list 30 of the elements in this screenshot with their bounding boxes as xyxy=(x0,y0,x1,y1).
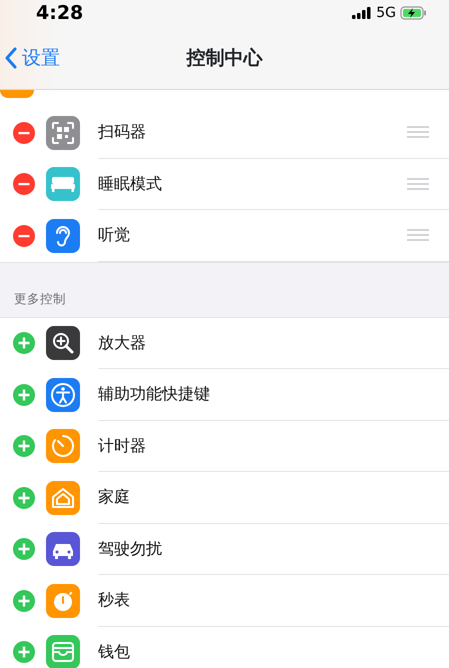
add-button[interactable] xyxy=(13,538,35,560)
add-button[interactable] xyxy=(13,435,35,458)
drag-handle-icon[interactable] xyxy=(407,229,429,242)
add-button[interactable] xyxy=(13,332,35,354)
page-title: 控制中心 xyxy=(186,46,262,69)
remove-button[interactable] xyxy=(13,122,35,144)
control-label: 驾驶勿扰 xyxy=(98,538,163,560)
control-label: 计时器 xyxy=(98,434,147,457)
back-chevron-icon xyxy=(4,47,18,69)
section-header: 更多控制 xyxy=(14,290,66,308)
back-button[interactable]: 设置 xyxy=(0,44,60,72)
signal-icon xyxy=(352,7,372,19)
add-button[interactable] xyxy=(13,384,35,406)
control-label: 钱包 xyxy=(98,640,131,663)
drag-handle-icon[interactable] xyxy=(407,126,429,138)
remove-button[interactable] xyxy=(13,173,35,196)
control-label: 睡眠模式 xyxy=(98,172,163,195)
add-button[interactable] xyxy=(13,486,35,509)
add-button[interactable] xyxy=(13,590,35,612)
status-time: 4:28 xyxy=(36,0,84,26)
remove-button[interactable] xyxy=(13,224,35,247)
control-label: 辅助功能快捷键 xyxy=(98,383,211,406)
control-label: 听觉 xyxy=(98,224,131,246)
network-label: 5G xyxy=(376,4,396,22)
drag-handle-icon[interactable] xyxy=(407,178,429,190)
add-button[interactable] xyxy=(13,641,35,664)
control-label: 放大器 xyxy=(98,332,147,354)
control-label: 家庭 xyxy=(98,486,131,508)
control-label: 扫码器 xyxy=(98,121,147,144)
control-label: 秒表 xyxy=(98,589,131,612)
